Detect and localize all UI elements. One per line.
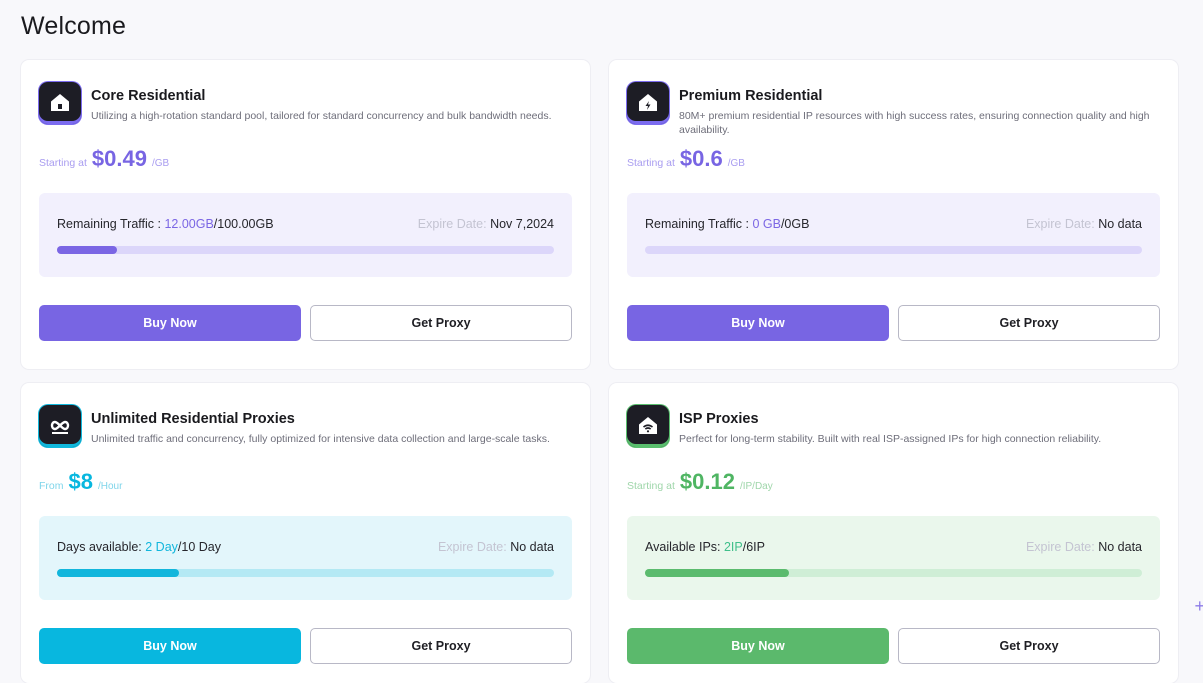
buy-now-button[interactable]: Buy Now — [39, 628, 301, 664]
card-description: Utilizing a high-rotation standard pool,… — [91, 110, 552, 122]
usage-progress-fill — [57, 246, 117, 254]
infinity-icon — [39, 405, 81, 447]
card-title: Core Residential — [91, 88, 206, 104]
expire-value: No data — [1098, 217, 1142, 231]
card-description: Unlimited traffic and concurrency, fully… — [91, 433, 550, 445]
house-lightning-icon — [627, 82, 669, 124]
card-title: Premium Residential — [679, 88, 823, 104]
expire-label: Expire Date: — [417, 217, 491, 231]
usage-text: Remaining Traffic : 12.00GB/100.00GB — [57, 217, 274, 231]
buy-now-button[interactable]: Buy Now — [627, 628, 889, 664]
usage-progress-bar — [57, 569, 554, 577]
price-row: Starting at $0.49 /GB — [39, 146, 169, 172]
expire-value: No data — [510, 540, 554, 554]
get-proxy-button[interactable]: Get Proxy — [310, 305, 572, 341]
card-unlimited-residential: Unlimited Residential Proxies Unlimited … — [21, 383, 590, 683]
price-unit: /IP/Day — [739, 481, 773, 492]
price-value: $0.6 — [679, 146, 723, 171]
usage-panel: Days available: 2 Day/10 Day Expire Date… — [39, 516, 572, 600]
usage-progress-fill — [57, 569, 179, 577]
expire-date: Expire Date: No data — [1026, 540, 1142, 554]
usage-label: Days available: — [57, 540, 146, 554]
usage-used: 2 Day — [145, 540, 178, 554]
price-value: $0.49 — [91, 146, 147, 171]
expire-date: Expire Date: No data — [1026, 217, 1142, 231]
usage-panel: Remaining Traffic : 0 GB/0GB Expire Date… — [627, 193, 1160, 277]
card-title: ISP Proxies — [679, 411, 759, 427]
plus-icon[interactable]: + — [1194, 596, 1203, 617]
price-row: Starting at $0.12 /IP/Day — [627, 469, 773, 495]
usage-panel: Remaining Traffic : 12.00GB/100.00GB Exp… — [39, 193, 572, 277]
usage-text: Days available: 2 Day/10 Day — [57, 540, 221, 554]
usage-used: 0 GB — [752, 217, 781, 231]
usage-total: /10 Day — [177, 540, 221, 554]
price-unit: /GB — [727, 158, 745, 169]
expire-date: Expire Date: Nov 7,2024 — [418, 217, 554, 231]
price-row: Starting at $0.6 /GB — [627, 146, 745, 172]
card-premium-residential: Premium Residential 80M+ premium residen… — [609, 60, 1178, 369]
expire-value: Nov 7,2024 — [490, 217, 554, 231]
price-unit: /Hour — [97, 481, 123, 492]
usage-progress-bar — [645, 246, 1142, 254]
price-value: $0.12 — [679, 469, 735, 494]
expire-label: Expire Date: — [1025, 540, 1099, 554]
card-title: Unlimited Residential Proxies — [91, 411, 295, 427]
card-isp-proxies: ISP Proxies Perfect for long-term stabil… — [609, 383, 1178, 683]
usage-panel: Available IPs: 2IP/6IP Expire Date: No d… — [627, 516, 1160, 600]
get-proxy-button[interactable]: Get Proxy — [898, 628, 1160, 664]
usage-progress-bar — [57, 246, 554, 254]
usage-total: /0GB — [780, 217, 810, 231]
wifi-house-icon — [627, 405, 669, 447]
usage-label: Remaining Traffic : — [57, 217, 165, 231]
expire-value: No data — [1098, 540, 1142, 554]
buy-now-button[interactable]: Buy Now — [627, 305, 889, 341]
usage-label: Remaining Traffic : — [645, 217, 753, 231]
page-title: Welcome — [21, 12, 127, 40]
card-description: 80M+ premium residential IP resources wi… — [679, 110, 1150, 136]
usage-used: 2IP — [723, 540, 743, 554]
price-prefix: From — [39, 480, 64, 492]
card-description: Perfect for long-term stability. Built w… — [679, 433, 1102, 445]
expire-label: Expire Date: — [1025, 217, 1099, 231]
usage-label: Available IPs: — [645, 540, 724, 554]
house-icon — [39, 82, 81, 124]
price-unit: /GB — [151, 158, 170, 169]
price-value: $8 — [68, 469, 93, 494]
usage-progress-bar — [645, 569, 1142, 577]
card-core-residential: Core Residential Utilizing a high-rotati… — [21, 60, 590, 369]
usage-total: /6IP — [742, 540, 765, 554]
usage-progress-fill — [645, 569, 790, 577]
price-prefix: Starting at — [627, 480, 675, 492]
buy-now-button[interactable]: Buy Now — [39, 305, 301, 341]
expire-label: Expire Date: — [437, 540, 511, 554]
usage-used: 12.00GB — [164, 217, 214, 231]
product-grid: Core Residential Utilizing a high-rotati… — [21, 60, 1178, 683]
price-prefix: Starting at — [39, 157, 87, 169]
usage-total: /100.00GB — [213, 217, 274, 231]
price-row: From $8 /Hour — [39, 469, 122, 495]
price-prefix: Starting at — [627, 157, 675, 169]
expire-date: Expire Date: No data — [438, 540, 554, 554]
get-proxy-button[interactable]: Get Proxy — [310, 628, 572, 664]
usage-text: Available IPs: 2IP/6IP — [645, 540, 765, 554]
usage-text: Remaining Traffic : 0 GB/0GB — [645, 217, 809, 231]
get-proxy-button[interactable]: Get Proxy — [898, 305, 1160, 341]
